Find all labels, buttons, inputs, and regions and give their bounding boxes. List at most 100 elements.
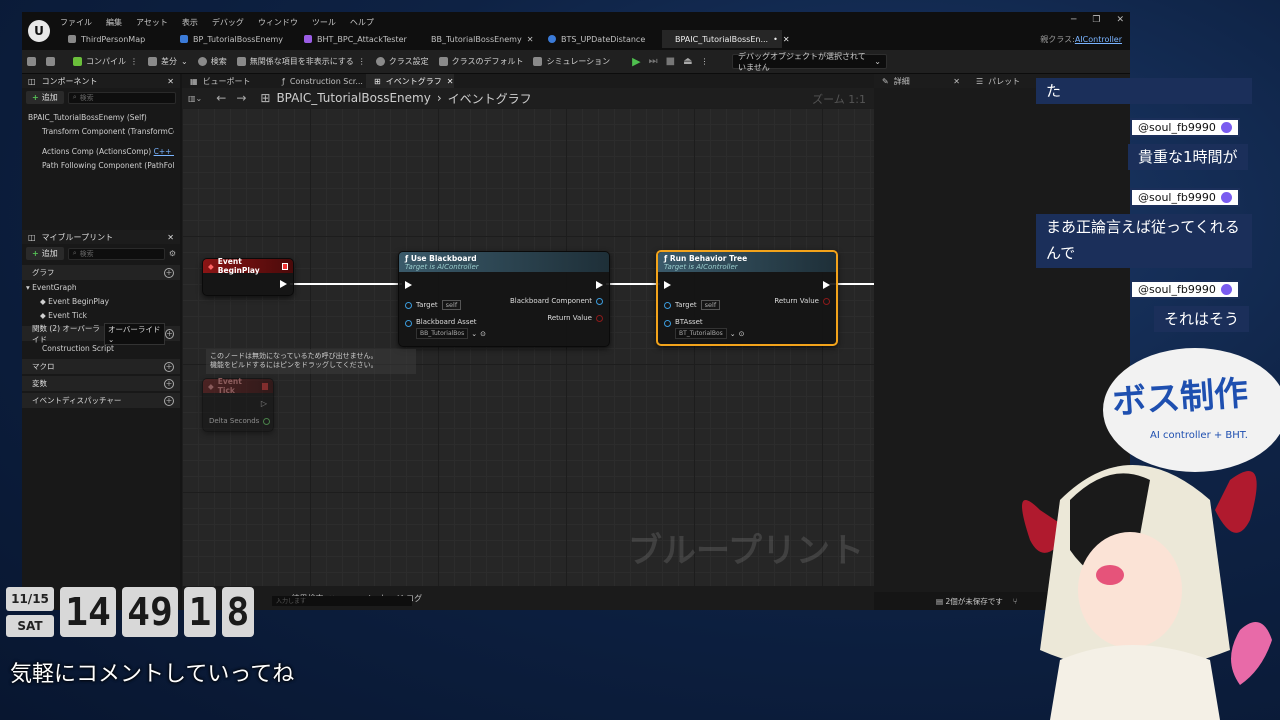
menu-debug[interactable]: デバッグ <box>212 17 244 28</box>
tab-bb-tutorialbossenemy[interactable]: BB_TutorialBossEnemy ✕ <box>418 30 540 48</box>
gear-icon[interactable]: ⚙ <box>169 249 176 258</box>
delegate-pin-icon[interactable] <box>281 262 288 270</box>
browse-icon[interactable]: ⊙ <box>739 330 745 338</box>
bt-asset-value[interactable]: BT_TutorialBos <box>675 328 727 339</box>
delta-seconds-pin[interactable]: Delta Seconds <box>209 417 271 425</box>
menu-view[interactable]: 表示 <box>182 17 198 28</box>
component-path-following[interactable]: Path Following Component (PathFollo <box>28 159 174 173</box>
components-search-input[interactable]: ⌕ 検索 <box>67 91 176 104</box>
eject-icon[interactable]: ⏏ <box>683 56 692 67</box>
play-icon[interactable]: ▶ <box>632 55 640 68</box>
menu-edit[interactable]: 編集 <box>106 17 122 28</box>
debug-object-select[interactable]: デバッグオブジェクトが選択されていません ⌄ <box>732 52 887 72</box>
dispatchers-section[interactable]: イベントディスパッチャー + <box>22 393 180 408</box>
forward-arrow-icon[interactable]: → <box>236 91 246 105</box>
component-transform[interactable]: Transform Component (TransformCo <box>28 125 174 139</box>
component-self[interactable]: BPAIC_TutorialBossEnemy (Self) <box>28 111 174 125</box>
cpp-link[interactable]: C++ で <box>154 147 174 156</box>
find-results-input[interactable]: 入力します <box>272 596 412 606</box>
close-icon[interactable]: ✕ <box>1116 15 1124 25</box>
event-beginplay-item[interactable]: ◆ Event BeginPlay <box>26 295 176 309</box>
save-button[interactable] <box>22 53 41 71</box>
target-pin[interactable]: Target self <box>405 300 462 310</box>
diff-button[interactable]: 差分 ⌄ <box>143 53 193 71</box>
tab-event-graph[interactable]: ⊞ イベントグラフ ✕ <box>366 74 454 88</box>
class-settings-button[interactable]: クラス設定 <box>371 53 434 71</box>
variables-section[interactable]: 変数 + <box>22 376 180 391</box>
tab-bpaic-tutorialbossenemy[interactable]: BPAIC_TutorialBossEn... • ✕ <box>662 30 790 48</box>
event-graph-item[interactable]: ▾ EventGraph <box>26 281 176 295</box>
stop-icon[interactable]: ■ <box>666 56 675 67</box>
unreal-logo-icon[interactable]: U <box>28 20 50 42</box>
add-member-button[interactable]: + 追加 <box>26 247 64 260</box>
step-icon[interactable]: ⏭ <box>649 56 658 67</box>
event-tick-node[interactable]: ◆ Event Tick ▷ Delta Seconds <box>202 377 274 432</box>
run-behavior-tree-node[interactable]: ƒ Run Behavior Tree Target is AIControll… <box>656 250 838 346</box>
breadcrumb-root[interactable]: BPAIC_TutorialBossEnemy <box>276 91 430 105</box>
bb-asset-value[interactable]: BB_TutorialBos <box>416 328 469 339</box>
more-icon[interactable]: ⋮ <box>701 57 709 66</box>
use-blackboard-node[interactable]: ƒ Use Blackboard Target is AIController … <box>398 251 610 347</box>
exec-out-pin[interactable] <box>596 281 603 289</box>
component-actions-comp[interactable]: Actions Comp (ActionsComp) C++ で <box>28 145 174 159</box>
bb-asset-pin[interactable]: Blackboard Asset BB_TutorialBos ⌄ ⊙ <box>405 318 486 339</box>
close-icon[interactable]: ✕ <box>167 77 174 86</box>
class-defaults-button[interactable]: クラスのデフォルト <box>434 53 529 71</box>
add-graph-icon[interactable]: + <box>164 267 174 278</box>
bt-asset-pin[interactable]: BTAsset BT_TutorialBos ⌄ ⊙ <box>664 318 745 339</box>
breadcrumb-current[interactable]: イベントグラフ <box>448 90 532 107</box>
bt-asset-selector[interactable]: BT_TutorialBos ⌄ ⊙ <box>675 328 745 339</box>
restore-icon[interactable]: ❐ <box>1092 15 1100 25</box>
tab-viewport[interactable]: ▦ ビューポート <box>182 74 274 88</box>
bb-asset-selector[interactable]: BB_TutorialBos ⌄ ⊙ <box>416 328 486 339</box>
exec-out-pin[interactable] <box>823 281 830 289</box>
simulation-button[interactable]: シミュレーション <box>528 53 615 71</box>
add-component-button[interactable]: + 追加 <box>26 91 64 104</box>
functions-section[interactable]: 関数 (2) オーバーライド オーバーライド ⌄ + <box>22 322 180 345</box>
add-macro-icon[interactable]: + <box>164 361 174 372</box>
minimize-icon[interactable]: ─ <box>1071 15 1076 25</box>
menu-file[interactable]: ファイル <box>60 17 92 28</box>
macros-section[interactable]: マクロ + <box>22 359 180 374</box>
close-icon[interactable]: ✕ <box>167 233 174 242</box>
browse-icon[interactable]: ⊙ <box>480 330 486 338</box>
unsaved-status[interactable]: ▤ 2個が未保存です <box>936 596 1003 607</box>
back-arrow-icon[interactable]: ← <box>216 91 226 105</box>
close-tab-icon[interactable]: ✕ <box>953 77 960 86</box>
tab-details[interactable]: ✎ 詳細 ✕ <box>874 74 968 88</box>
close-tab-icon[interactable]: ✕ <box>527 35 534 44</box>
close-tab-icon[interactable]: ✕ <box>447 77 454 86</box>
graph-menu-icon[interactable]: ▥⌄ <box>188 94 202 103</box>
exec-in-pin[interactable] <box>664 281 671 289</box>
event-graph-canvas[interactable]: ◆ Event BeginPlay ƒ Use Blackboard Target… <box>182 108 874 586</box>
add-dispatcher-icon[interactable]: + <box>164 395 174 406</box>
tab-bp-tutorialbossenemy[interactable]: BP_TutorialBossEnemy <box>172 30 296 48</box>
menu-tools[interactable]: ツール <box>312 17 336 28</box>
graphs-section[interactable]: グラフ + <box>22 265 180 280</box>
tab-construction-script[interactable]: ƒ Construction Scr... <box>274 74 366 88</box>
add-variable-icon[interactable]: + <box>164 378 174 389</box>
more-icon[interactable]: ⋮ <box>358 57 366 66</box>
add-function-icon[interactable]: + <box>165 328 174 339</box>
find-button[interactable]: 検索 <box>193 53 232 71</box>
exec-out-pin[interactable] <box>280 280 287 288</box>
menu-help[interactable]: ヘルプ <box>350 17 374 28</box>
return-value-pin[interactable]: Return Value <box>547 314 603 322</box>
event-tick-item[interactable]: ◆ Event Tick <box>26 309 176 323</box>
my-blueprint-search-input[interactable]: ⌕ 検索 <box>67 247 165 260</box>
browse-button[interactable] <box>41 53 60 71</box>
menu-window[interactable]: ウィンドウ <box>258 17 298 28</box>
tab-bht-bpc-attacktester[interactable]: BHT_BPC_AttackTester <box>296 30 418 48</box>
bb-component-pin[interactable]: Blackboard Component <box>510 297 603 305</box>
more-icon[interactable]: ⋮ <box>130 57 138 66</box>
tab-bts-updatedistance[interactable]: BTS_UPDateDistance <box>540 30 662 48</box>
close-tab-icon[interactable]: ✕ <box>783 35 790 44</box>
hide-unrelated-button[interactable]: 無関係な項目を非表示にする ⋮ <box>232 53 371 71</box>
exec-out-pin[interactable]: ▷ <box>261 399 267 408</box>
delegate-pin-icon[interactable] <box>261 382 268 390</box>
event-beginplay-node[interactable]: ◆ Event BeginPlay <box>202 257 294 296</box>
compile-button[interactable]: コンパイル ⋮ <box>68 53 143 71</box>
parent-class-link[interactable]: AIController <box>1075 35 1122 44</box>
exec-in-pin[interactable] <box>405 281 412 289</box>
menu-asset[interactable]: アセット <box>136 17 168 28</box>
